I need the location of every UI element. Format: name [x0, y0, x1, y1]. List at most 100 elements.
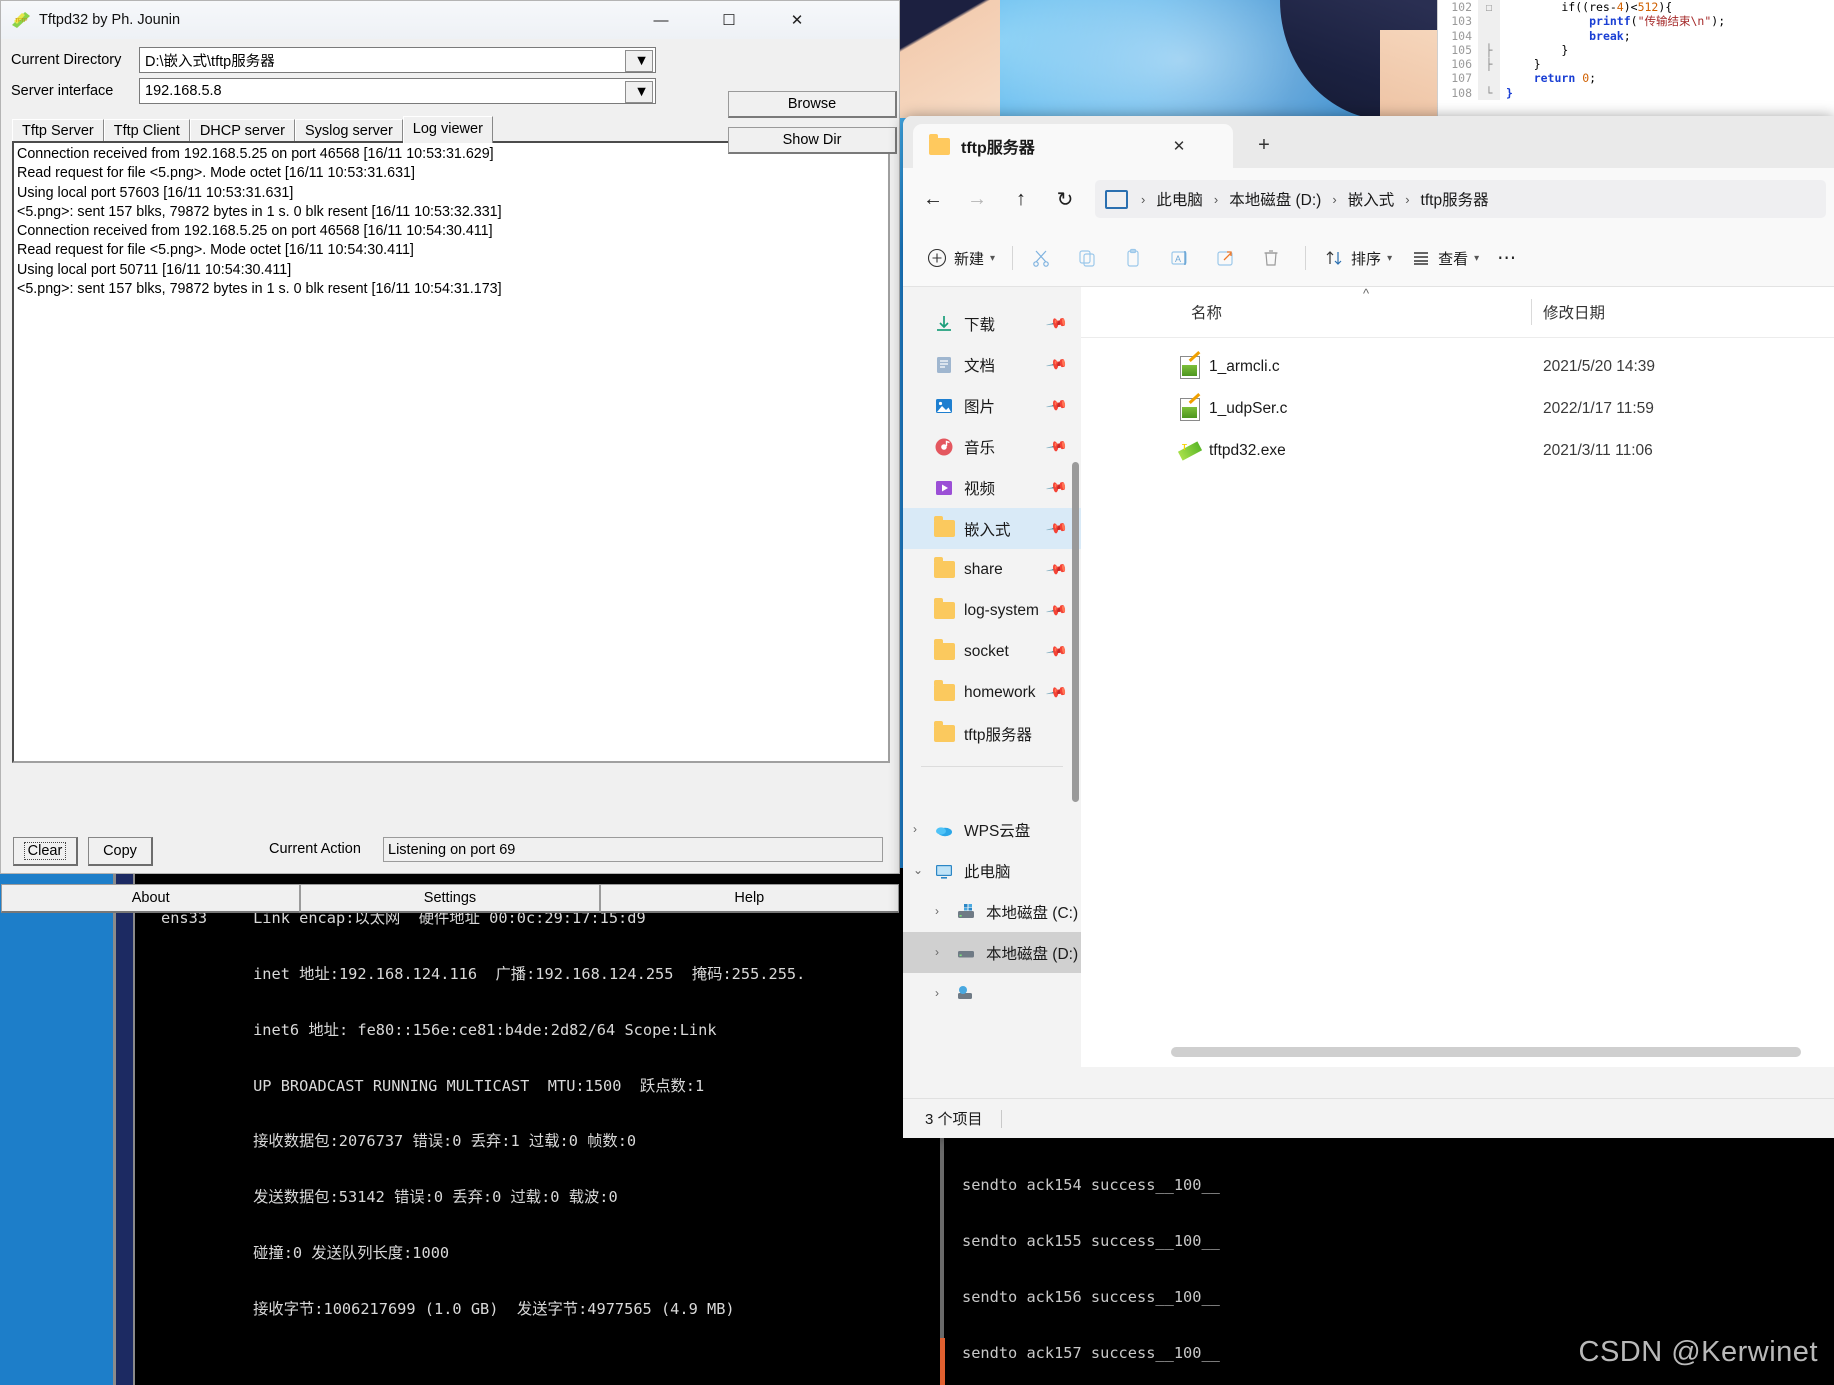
- chevron-down-icon[interactable]: ▼: [625, 50, 653, 72]
- breadcrumb-drive-d[interactable]: 本地磁盘 (D:): [1229, 188, 1321, 210]
- sidebar-item-share[interactable]: share 📌: [903, 549, 1081, 590]
- more-options-button[interactable]: ⋯: [1488, 240, 1527, 276]
- table-row[interactable]: T tftpd32.exe 2021/3/11 11:06: [1081, 432, 1834, 469]
- up-icon[interactable]: ↑: [999, 180, 1043, 218]
- tab-tftp-server[interactable]: Tftp Server: [12, 119, 104, 141]
- terminal-scrollbar[interactable]: [113, 868, 135, 1385]
- tab-tftp-client[interactable]: Tftp Client: [103, 119, 190, 141]
- maximize-icon[interactable]: ☐: [695, 1, 763, 39]
- pin-icon[interactable]: 📌: [1044, 435, 1068, 459]
- pin-icon[interactable]: 📌: [1044, 640, 1068, 664]
- code-editor-panel[interactable]: 102 ☐ if((res-4)<512){ 103 printf("传输结束\…: [1437, 0, 1834, 116]
- code-fold-marker: [1478, 28, 1500, 43]
- sidebar-item-homework[interactable]: homework 📌: [903, 672, 1081, 713]
- view-button[interactable]: 查看 ▾: [1401, 240, 1488, 276]
- file-explorer-window[interactable]: tftp服务器 ✕ + ← → ↑ ↻ › 此电脑 › 本地磁盘 (D:) › …: [903, 116, 1834, 1138]
- pin-icon[interactable]: 📌: [1044, 681, 1068, 705]
- about-button[interactable]: About: [1, 884, 301, 913]
- file-list-horizontal-scrollbar[interactable]: [1171, 1047, 1801, 1057]
- settings-button[interactable]: Settings: [300, 884, 600, 913]
- terminal-scrollbar-thumb[interactable]: [116, 868, 133, 1385]
- pin-icon[interactable]: 📌: [1044, 312, 1068, 336]
- minimize-icon[interactable]: —: [627, 1, 695, 39]
- clear-button[interactable]: Clear: [13, 837, 78, 866]
- code-fold-marker[interactable]: ☐: [1478, 0, 1500, 15]
- pin-icon[interactable]: 📌: [1044, 517, 1068, 541]
- breadcrumb-tftp-server[interactable]: tftp服务器: [1421, 188, 1489, 210]
- sidebar-item-tftp-server[interactable]: tftp服务器: [903, 713, 1081, 754]
- breadcrumb[interactable]: › 此电脑 › 本地磁盘 (D:) › 嵌入式 › tftp服务器: [1095, 180, 1826, 218]
- sidebar-item-drive-c[interactable]: › 本地磁盘 (C:): [903, 891, 1081, 932]
- sidebar-item-music[interactable]: 音乐 📌: [903, 426, 1081, 467]
- sidebar-item-pictures[interactable]: 图片 📌: [903, 385, 1081, 426]
- browse-button[interactable]: Browse: [728, 91, 897, 118]
- sort-button[interactable]: 排序 ▾: [1314, 240, 1401, 276]
- sidebar-item-log-system[interactable]: log-system 📌: [903, 590, 1081, 631]
- rename-button[interactable]: A: [1159, 240, 1205, 276]
- chevron-right-icon[interactable]: ›: [935, 945, 939, 959]
- refresh-icon[interactable]: ↻: [1043, 180, 1087, 218]
- sidebar-item-downloads[interactable]: 下载 📌: [903, 303, 1081, 344]
- breadcrumb-embedded[interactable]: 嵌入式: [1348, 188, 1395, 210]
- chevron-down-icon[interactable]: ▾: [990, 253, 995, 264]
- cut-button[interactable]: [1021, 240, 1067, 276]
- chevron-right-icon[interactable]: ›: [935, 904, 939, 918]
- ubuntu-terminal-right[interactable]: sendto ack154 success__100__ sendto ack1…: [940, 1133, 1834, 1385]
- chevron-right-icon[interactable]: ›: [913, 822, 917, 836]
- code-fold-marker[interactable]: ├: [1478, 42, 1500, 58]
- sidebar-item-documents[interactable]: 文档 📌: [903, 344, 1081, 385]
- pin-icon[interactable]: 📌: [1044, 558, 1068, 582]
- close-icon[interactable]: ✕: [1169, 136, 1189, 156]
- tab-log-viewer[interactable]: Log viewer: [402, 116, 493, 143]
- close-icon[interactable]: ✕: [763, 1, 831, 39]
- new-tab-icon[interactable]: +: [1245, 126, 1283, 164]
- pin-icon[interactable]: 📌: [1044, 599, 1068, 623]
- forward-icon[interactable]: →: [955, 180, 999, 218]
- new-button[interactable]: 新建 ▾: [917, 240, 1004, 276]
- sidebar-item-wps-cloud[interactable]: › WPS云盘: [903, 809, 1081, 850]
- tab-syslog-server[interactable]: Syslog server: [294, 119, 403, 141]
- log-viewer-list[interactable]: Connection received from 192.168.5.25 on…: [12, 141, 890, 763]
- delete-button[interactable]: [1251, 240, 1297, 276]
- column-header-date[interactable]: 修改日期: [1543, 301, 1605, 323]
- table-row[interactable]: 1_udpSer.c 2022/1/17 11:59: [1081, 390, 1834, 427]
- sidebar-item-embedded[interactable]: 嵌入式 📌: [903, 508, 1081, 549]
- sidebar-item-socket[interactable]: socket 📌: [903, 631, 1081, 672]
- sidebar-item-this-pc[interactable]: ⌄ 此电脑: [903, 850, 1081, 891]
- tab-dhcp-server[interactable]: DHCP server: [189, 119, 295, 141]
- tftpd32-window[interactable]: TFTP Tftpd32 by Ph. Jounin — ☐ ✕ Current…: [0, 0, 900, 913]
- back-icon[interactable]: ←: [911, 180, 955, 218]
- breadcrumb-this-pc[interactable]: 此电脑: [1156, 188, 1203, 210]
- explorer-sidebar[interactable]: 下载 📌 文档 📌 图片 📌 音乐 📌 视频 📌 嵌入式 📌 share 📌 l…: [903, 287, 1081, 1067]
- help-button[interactable]: Help: [599, 884, 899, 913]
- pin-icon[interactable]: 📌: [1044, 476, 1068, 500]
- chevron-down-icon[interactable]: ▾: [1387, 253, 1392, 264]
- tftpd32-titlebar[interactable]: TFTP Tftpd32 by Ph. Jounin — ☐ ✕: [1, 1, 899, 39]
- copy-button[interactable]: Copy: [88, 837, 153, 866]
- column-header-name[interactable]: 名称: [1191, 301, 1222, 323]
- pin-icon[interactable]: 📌: [1044, 394, 1068, 418]
- chevron-right-icon[interactable]: ›: [935, 986, 939, 1000]
- table-row[interactable]: 1_armcli.c 2021/5/20 14:39: [1081, 348, 1834, 385]
- log-line: Using local port 57603 [16/11 10:53:31.6…: [17, 184, 294, 201]
- share-button[interactable]: [1205, 240, 1251, 276]
- copy-button[interactable]: [1067, 240, 1113, 276]
- chevron-down-icon[interactable]: ▾: [1474, 253, 1479, 264]
- chevron-down-icon[interactable]: ▼: [625, 81, 653, 103]
- sidebar-scrollbar[interactable]: [1072, 462, 1079, 802]
- pin-icon[interactable]: 📌: [1044, 353, 1068, 377]
- sidebar-item-videos[interactable]: 视频 📌: [903, 467, 1081, 508]
- column-divider[interactable]: [1531, 299, 1532, 325]
- sidebar-item-network-partial[interactable]: ›: [903, 973, 1081, 1014]
- current-directory-combo[interactable]: D:\嵌入式\tftp服务器 ▼: [139, 47, 656, 73]
- code-fold-marker[interactable]: └: [1478, 85, 1500, 101]
- code-fold-marker[interactable]: ├: [1478, 57, 1500, 72]
- explorer-file-list[interactable]: ^ 名称 修改日期 1_armcli.c 2021/5/20 14:39 1_u…: [1081, 286, 1834, 1067]
- explorer-tab-tftp-server[interactable]: tftp服务器 ✕: [913, 124, 1233, 168]
- sidebar-item-drive-d[interactable]: › 本地磁盘 (D:): [903, 932, 1081, 973]
- this-pc-icon[interactable]: [1105, 189, 1128, 209]
- chevron-down-icon[interactable]: ⌄: [913, 863, 923, 877]
- show-dir-button[interactable]: Show Dir: [728, 127, 897, 154]
- server-interface-combo[interactable]: 192.168.5.8 ▼: [139, 78, 656, 104]
- paste-button[interactable]: [1113, 240, 1159, 276]
